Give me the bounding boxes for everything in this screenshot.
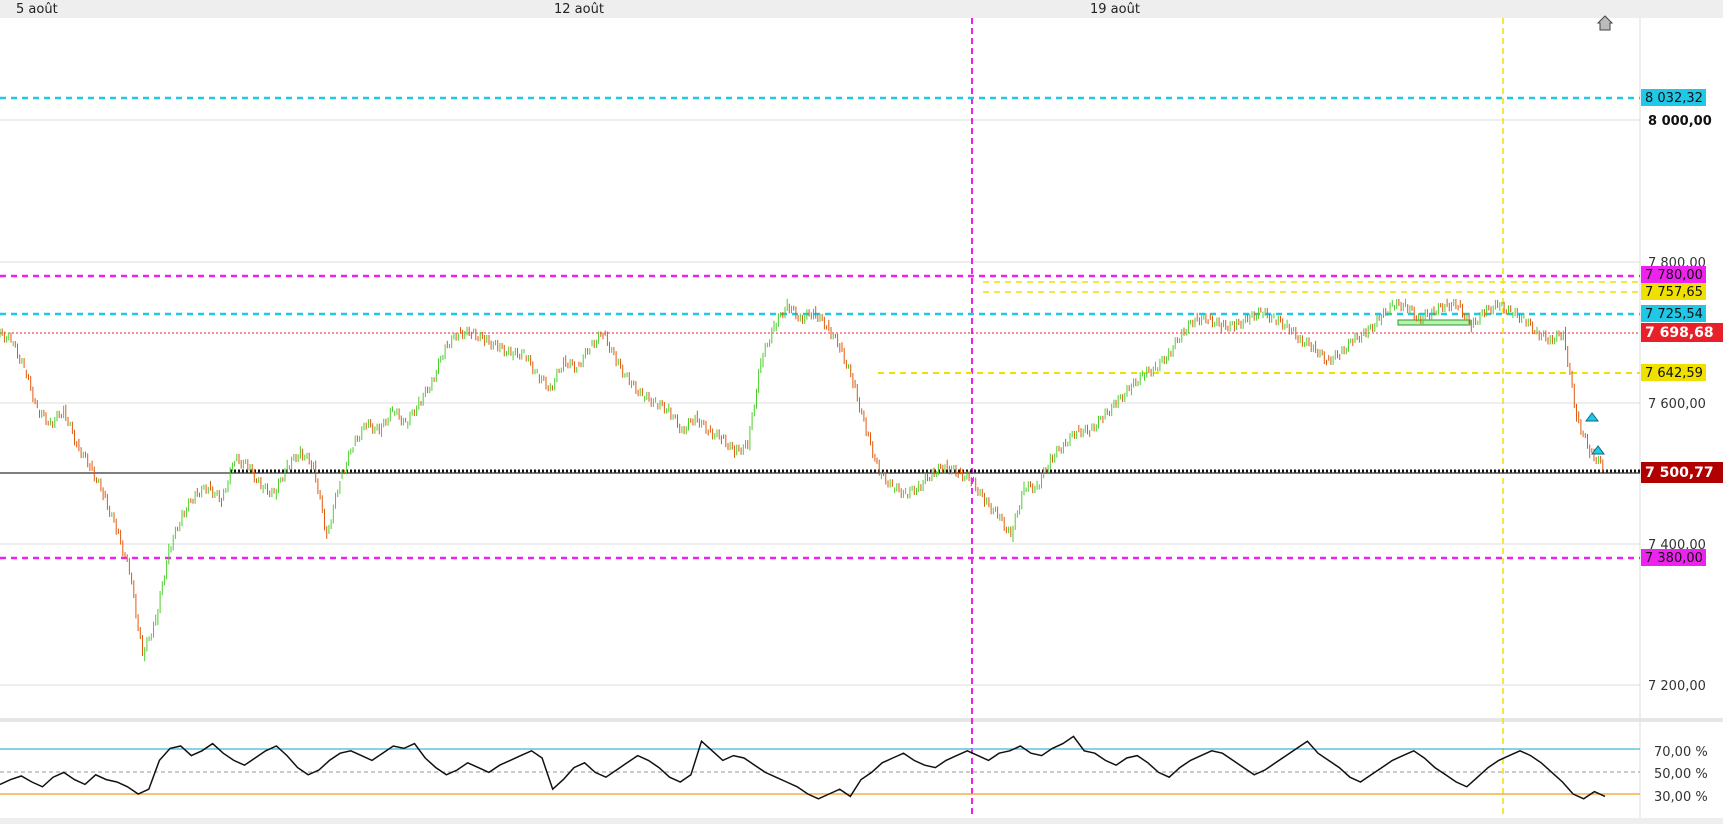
- badge-7698: 7 698,68: [1641, 323, 1723, 342]
- badge-7725: 7 725,54: [1641, 305, 1706, 322]
- rsi-tick-50: 50,00 %: [1654, 767, 1708, 782]
- x-label-5-aout: 5 août: [16, 2, 58, 17]
- y-tick-7600: 7 600,00: [1648, 397, 1706, 412]
- y-tick-7200: 7 200,00: [1648, 679, 1706, 694]
- trading-chart[interactable]: 5 août 12 août 19 août 8 000,00 7 800,00…: [0, 0, 1723, 824]
- badge-7698-label: 7 698,68: [1645, 325, 1714, 341]
- badge-7380: 7 380,00: [1641, 549, 1706, 566]
- x-label-12-aout: 12 août: [554, 2, 604, 17]
- range-box-annotation[interactable]: [1397, 319, 1471, 326]
- badge-7780-label: 7 780,00: [1645, 268, 1703, 283]
- badge-current-price-label: 7 500,77: [1645, 465, 1714, 481]
- badge-7757: 7 757,65: [1641, 283, 1706, 300]
- panel-separator: [0, 718, 1723, 722]
- badge-7642-label: 7 642,59: [1645, 366, 1703, 381]
- price-panel-background: [0, 18, 1640, 718]
- y-tick-8000: 8 000,00: [1648, 114, 1712, 129]
- rsi-tick-70: 70,00 %: [1654, 745, 1708, 760]
- badge-7380-label: 7 380,00: [1645, 551, 1703, 566]
- badge-8032: 8 032,32: [1641, 89, 1706, 106]
- header-band: [0, 0, 1723, 18]
- badge-8032-label: 8 032,32: [1645, 91, 1703, 106]
- badge-7780: 7 780,00: [1641, 266, 1706, 283]
- bottom-band: [0, 818, 1723, 824]
- badge-current-price: 7 500,77: [1641, 462, 1723, 483]
- rsi-panel-background: [0, 722, 1640, 818]
- rsi-tick-30: 30,00 %: [1654, 790, 1708, 805]
- badge-7725-label: 7 725,54: [1645, 307, 1703, 322]
- x-label-19-aout: 19 août: [1090, 2, 1140, 17]
- badge-7642: 7 642,59: [1641, 364, 1706, 381]
- badge-7757-label: 7 757,65: [1645, 285, 1703, 300]
